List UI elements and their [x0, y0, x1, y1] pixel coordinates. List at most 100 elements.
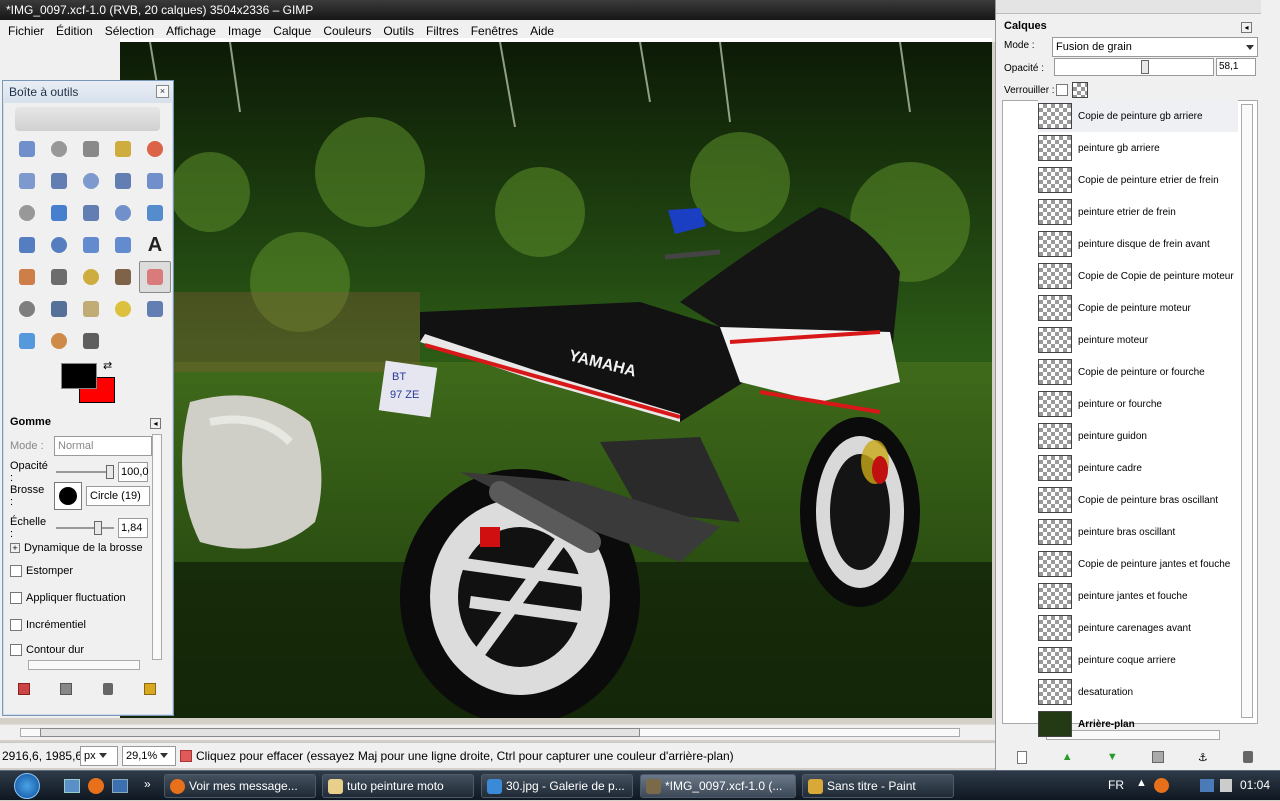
- layer-row[interactable]: peinture or fourche: [1038, 388, 1238, 420]
- layer-row[interactable]: Copie de peinture jantes et fouche: [1038, 548, 1238, 580]
- layer-opacity-value[interactable]: 58,1: [1216, 58, 1256, 76]
- tool-rotate[interactable]: [139, 197, 171, 229]
- anchor-layer-icon[interactable]: ⚓: [1191, 746, 1215, 768]
- lock-pixels-checkbox[interactable]: [1056, 84, 1068, 96]
- cancel-icon[interactable]: [180, 749, 192, 762]
- tool-ellipse-select[interactable]: [43, 133, 75, 165]
- task-gallery[interactable]: 30.jpg - Galerie de p...: [481, 774, 633, 798]
- layer-row[interactable]: peinture bras oscillant: [1038, 516, 1238, 548]
- volume-icon[interactable]: [1220, 779, 1232, 792]
- menu-edition[interactable]: Édition: [50, 20, 99, 42]
- tool-foreground-select[interactable]: [43, 165, 75, 197]
- brush-dynamics-expander[interactable]: Dynamique de la brosse: [24, 542, 143, 554]
- delete-layer-icon[interactable]: [1236, 746, 1260, 768]
- tool-flip[interactable]: [107, 229, 139, 261]
- lower-layer-icon[interactable]: ▼: [1100, 746, 1124, 768]
- expand-icon[interactable]: +: [10, 543, 20, 553]
- switch-windows-icon[interactable]: [112, 779, 128, 793]
- tool-bucket-fill[interactable]: [11, 261, 43, 293]
- checkbox-hard-edge[interactable]: [10, 644, 22, 656]
- configure-tab-icon[interactable]: ◂: [150, 418, 161, 429]
- start-button[interactable]: [4, 771, 50, 801]
- task-firefox[interactable]: Voir mes message...: [164, 774, 316, 798]
- layer-row[interactable]: Copie de Copie de peinture moteur: [1038, 260, 1238, 292]
- layer-row[interactable]: Copie de peinture etrier de frein: [1038, 164, 1238, 196]
- foreground-color-swatch[interactable]: [61, 363, 97, 389]
- layer-row[interactable]: peinture etrier de frein: [1038, 196, 1238, 228]
- layer-row[interactable]: peinture coque arriere: [1038, 644, 1238, 676]
- tool-crop[interactable]: [107, 197, 139, 229]
- tool-gradient[interactable]: [43, 261, 75, 293]
- delete-options-icon[interactable]: [96, 678, 120, 700]
- unit-select[interactable]: px: [80, 745, 118, 766]
- language-indicator[interactable]: FR: [1108, 778, 1124, 792]
- tool-airbrush[interactable]: [11, 293, 43, 325]
- canvas-hscrollbar[interactable]: [0, 724, 995, 740]
- layer-row[interactable]: Copie de peinture gb arriere: [1038, 100, 1238, 132]
- configure-tab-icon[interactable]: ◂: [1241, 22, 1252, 33]
- firefox-quicklaunch-icon[interactable]: [88, 778, 104, 794]
- tool-paths[interactable]: [75, 165, 107, 197]
- close-icon[interactable]: ×: [156, 85, 169, 98]
- scale-slider[interactable]: [56, 521, 114, 535]
- tool-lasso[interactable]: [75, 133, 107, 165]
- duplicate-layer-icon[interactable]: [1146, 746, 1170, 768]
- tool-color-select[interactable]: [139, 133, 171, 165]
- tool-align[interactable]: [75, 197, 107, 229]
- task-word[interactable]: tuto peinture moto: [322, 774, 474, 798]
- swap-colors-icon[interactable]: ⇄: [103, 359, 112, 372]
- tool-perspective[interactable]: [75, 229, 107, 261]
- tool-zoom[interactable]: [139, 165, 171, 197]
- checkbox-estomper[interactable]: [10, 565, 22, 577]
- show-desktop-icon[interactable]: [64, 779, 80, 793]
- more-quicklaunch-icon[interactable]: »: [144, 777, 151, 791]
- tool-paintbrush[interactable]: [107, 261, 139, 293]
- tool-rect-select[interactable]: [11, 133, 43, 165]
- tool-eraser[interactable]: [139, 261, 171, 293]
- tool-perspective-clone[interactable]: [139, 293, 171, 325]
- tool-fuzzy-select[interactable]: [107, 133, 139, 165]
- reset-options-icon[interactable]: [138, 678, 162, 700]
- tool-measure[interactable]: [11, 197, 43, 229]
- layer-row[interactable]: peinture carenages avant: [1038, 612, 1238, 644]
- layer-row[interactable]: peinture disque de frein avant: [1038, 228, 1238, 260]
- tool-pencil[interactable]: [75, 261, 107, 293]
- restore-options-icon[interactable]: [54, 678, 78, 700]
- fg-bg-colors[interactable]: ⇄: [61, 360, 119, 407]
- tool-options-hscrollbar[interactable]: [28, 660, 140, 670]
- tool-ink[interactable]: [43, 293, 75, 325]
- tool-scissors[interactable]: [11, 165, 43, 197]
- opacity-value[interactable]: 100,0: [118, 462, 149, 482]
- layer-row[interactable]: Copie de peinture moteur: [1038, 292, 1238, 324]
- tool-color-picker[interactable]: [107, 165, 139, 197]
- layer-row[interactable]: Copie de peinture bras oscillant: [1038, 484, 1238, 516]
- layer-row[interactable]: desaturation: [1038, 676, 1238, 708]
- layers-vscrollbar[interactable]: [1241, 104, 1253, 718]
- network-icon[interactable]: [1200, 779, 1214, 792]
- tool-scale[interactable]: [11, 229, 43, 261]
- tool-text[interactable]: A: [139, 229, 171, 261]
- opacity-slider[interactable]: [56, 465, 114, 479]
- layer-mode-select[interactable]: Fusion de grain: [1052, 37, 1258, 57]
- layer-row[interactable]: peinture jantes et fouche: [1038, 580, 1238, 612]
- clock[interactable]: 01:04: [1240, 778, 1270, 792]
- tray-app-icon[interactable]: [1154, 778, 1169, 793]
- layer-row[interactable]: peinture guidon: [1038, 420, 1238, 452]
- tool-options-vscrollbar[interactable]: [152, 434, 162, 660]
- tool-dodge-burn[interactable]: [75, 325, 107, 357]
- tool-heal[interactable]: [107, 293, 139, 325]
- layer-opacity-slider[interactable]: [1054, 58, 1214, 76]
- layer-row[interactable]: peinture gb arriere: [1038, 132, 1238, 164]
- checkbox-incremental[interactable]: [10, 619, 22, 631]
- menu-fichier[interactable]: Fichier: [2, 20, 50, 42]
- layer-row[interactable]: peinture cadre: [1038, 452, 1238, 484]
- raise-layer-icon[interactable]: ▲: [1055, 746, 1079, 768]
- image-canvas[interactable]: BT 97 ZE YAMAHA: [120, 42, 992, 718]
- tray-expand-icon[interactable]: ▲: [1136, 777, 1147, 789]
- brush-preview[interactable]: [54, 482, 82, 510]
- checkbox-fluctuation[interactable]: [10, 592, 22, 604]
- tool-move[interactable]: [43, 197, 75, 229]
- task-gimp[interactable]: *IMG_0097.xcf-1.0 (...: [640, 774, 796, 798]
- layer-row[interactable]: Arrière-plan: [1038, 708, 1238, 740]
- mode-select[interactable]: Normal: [54, 436, 152, 456]
